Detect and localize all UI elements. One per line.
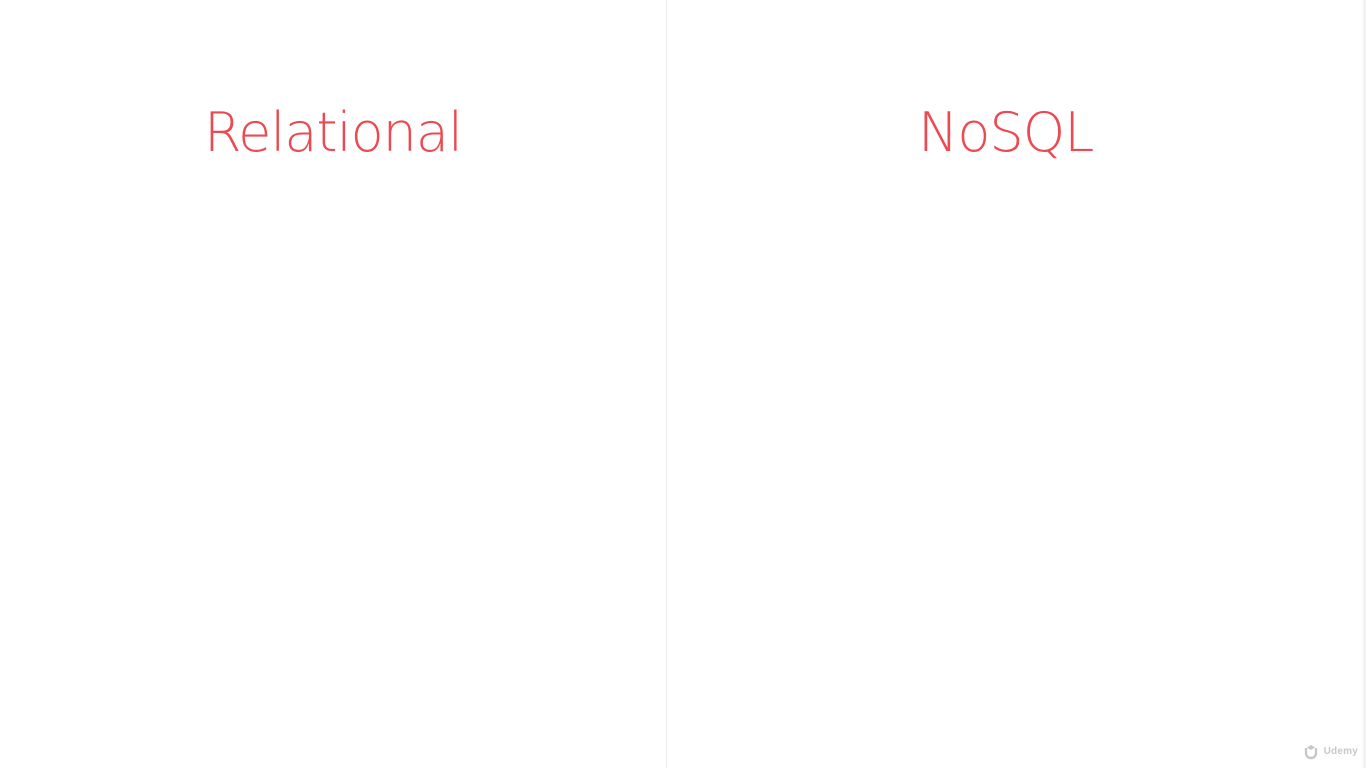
column-divider: [666, 0, 667, 768]
nosql-heading: NoSQL: [918, 101, 1094, 164]
relational-heading: Relational: [204, 101, 463, 164]
slide: Relational NoSQL Udemy: [0, 0, 1366, 768]
udemy-logo-icon: [1303, 742, 1321, 760]
udemy-watermark-text: Udemy: [1323, 745, 1358, 757]
udemy-watermark: Udemy: [1303, 742, 1358, 760]
